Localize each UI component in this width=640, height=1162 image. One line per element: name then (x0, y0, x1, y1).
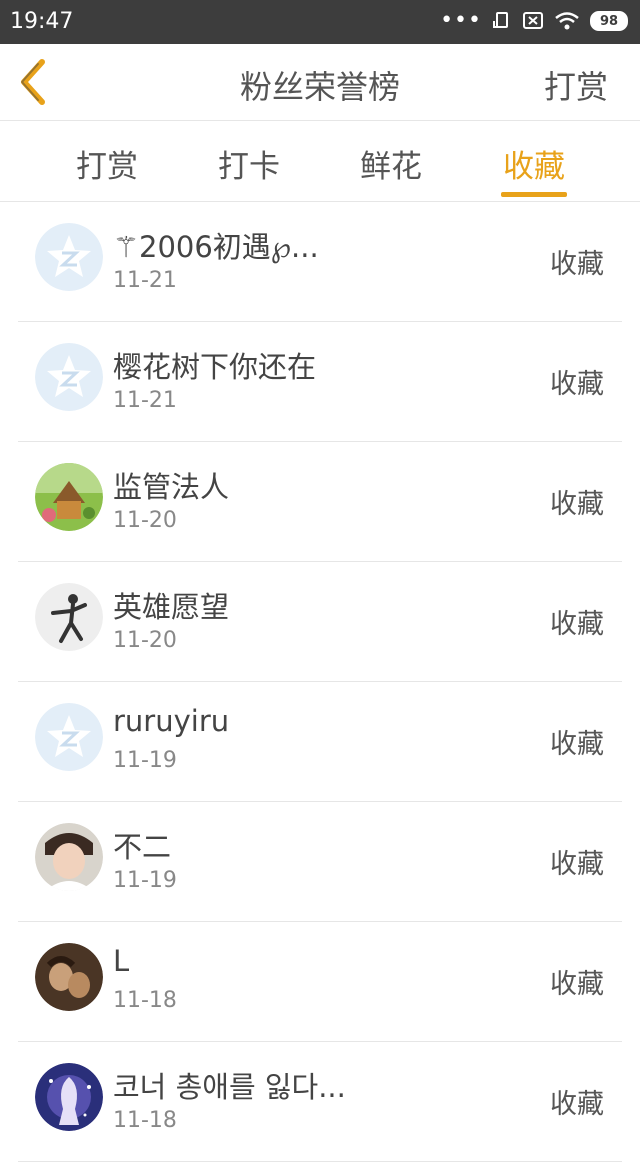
photo-avatar-image (35, 823, 103, 891)
header: 粉丝荣誉榜 打赏 (0, 44, 640, 121)
list-item[interactable]: 监管法人 11-20 收藏 (18, 442, 622, 562)
list-item-date: 11-21 (113, 388, 177, 413)
list-item[interactable]: 코너 총애를 잃다... 11-18 收藏 (18, 1042, 622, 1162)
list-item-name: 监管法人 (113, 470, 230, 504)
list-item-date: 11-19 (113, 748, 177, 773)
list-item[interactable]: 樱花树下你还在 11-21 收藏 (18, 322, 622, 442)
avatar (35, 1063, 103, 1131)
reward-button[interactable]: 打赏 (544, 62, 608, 108)
list-item-date: 11-21 (113, 268, 177, 293)
avatar (35, 223, 103, 291)
list-item[interactable]: ⚚2006初遇℘... 11-21 收藏 (18, 202, 622, 322)
list-item-action: 收藏 (550, 489, 604, 520)
photo-avatar-image (35, 943, 103, 1011)
avatar (35, 463, 103, 531)
avatar (35, 583, 103, 651)
more-dots-icon: ••• (440, 8, 482, 33)
list-item-action: 收藏 (550, 249, 604, 280)
photo-avatar-image (35, 583, 103, 651)
tab-checkin[interactable]: 打卡 (189, 141, 309, 186)
list-item-action: 收藏 (550, 729, 604, 760)
screen-rotate-icon (493, 12, 508, 28)
wifi-icon (555, 12, 579, 30)
list-item-action: 收藏 (550, 369, 604, 400)
tab-flowers[interactable]: 鲜花 (331, 141, 451, 186)
status-bar: 19:47 ••• 98 (0, 0, 640, 44)
list-item-action: 收藏 (550, 969, 604, 1000)
photo-avatar-image (35, 463, 103, 531)
status-icons: ••• 98 (440, 10, 628, 32)
fan-list: ⚚2006初遇℘... 11-21 收藏 樱花树下你还在 11-21 收藏 监管… (0, 202, 640, 1162)
list-item-name: 不二 (113, 830, 172, 864)
battery-icon: 98 (590, 11, 628, 31)
list-item-date: 11-18 (113, 1108, 177, 1133)
list-item[interactable]: L 11-18 收藏 (18, 922, 622, 1042)
tab-bar: 打赏 打卡 鲜花 收藏 (0, 121, 640, 202)
photo-avatar-image (35, 1063, 103, 1131)
list-item-name: L (113, 944, 130, 978)
list-item-date: 11-18 (113, 988, 177, 1013)
sim-card-icon (523, 12, 543, 29)
default-avatar-icon (35, 223, 103, 291)
list-item-name: ruruyiru (113, 704, 230, 738)
list-item[interactable]: 英雄愿望 11-20 收藏 (18, 562, 622, 682)
list-item-name: ⚚2006初遇℘... (113, 230, 319, 264)
avatar (35, 823, 103, 891)
avatar (35, 343, 103, 411)
list-item-action: 收藏 (550, 1089, 604, 1120)
list-item-action: 收藏 (550, 849, 604, 880)
list-item-action: 收藏 (550, 609, 604, 640)
list-item-date: 11-19 (113, 868, 177, 893)
tab-reward[interactable]: 打赏 (47, 141, 167, 186)
list-item-name: 英雄愿望 (113, 590, 230, 624)
default-avatar-icon (35, 343, 103, 411)
list-item-date: 11-20 (113, 508, 177, 533)
default-avatar-icon (35, 703, 103, 771)
list-item[interactable]: ruruyiru 11-19 收藏 (18, 682, 622, 802)
status-time: 19:47 (10, 9, 74, 34)
list-item-date: 11-20 (113, 628, 177, 653)
list-item-name: 樱花树下你还在 (113, 350, 317, 384)
list-item-name: 코너 총애를 잃다... (113, 1070, 346, 1104)
tab-collect[interactable]: 收藏 (474, 141, 594, 186)
list-item[interactable]: 不二 11-19 收藏 (18, 802, 622, 922)
avatar (35, 943, 103, 1011)
avatar (35, 703, 103, 771)
active-tab-indicator (501, 192, 567, 197)
